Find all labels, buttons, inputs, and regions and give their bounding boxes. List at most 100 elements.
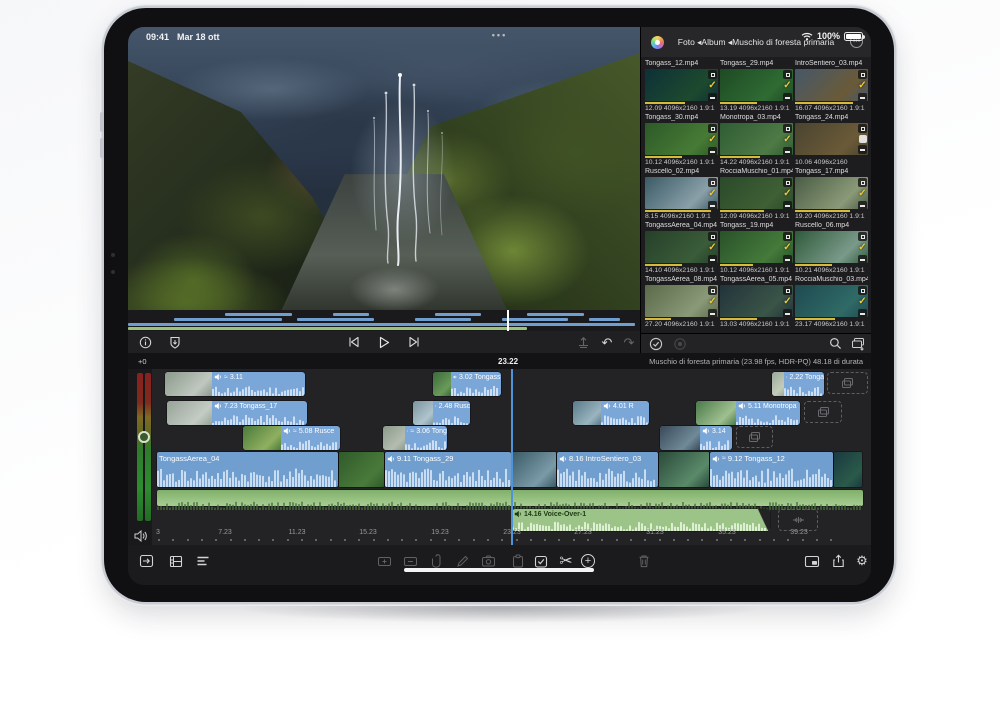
clip-browser-button[interactable] [168, 553, 184, 569]
timeline-overview[interactable] [128, 310, 640, 331]
overlay-clip[interactable]: 2.22 Tonga [772, 372, 824, 396]
display-mode-button[interactable] [804, 553, 820, 569]
overlay-clip[interactable]: 7.23 Tongass_17 [167, 401, 307, 425]
audio-level-meter[interactable] [137, 373, 151, 521]
skip-start-button[interactable] [344, 333, 362, 351]
main-track-clip[interactable]: ≈9.12 Tongass_12 [710, 452, 833, 487]
media-item-thumbnail[interactable]: ✓ [720, 123, 793, 155]
media-item-meta: 23.17 4096x2160 1.9:1 [795, 321, 868, 328]
play-button[interactable] [375, 333, 393, 351]
media-item[interactable]: Tongass_19.mp4✓10.12 4096x2160 1.9:1 [720, 222, 793, 274]
media-item-thumbnail[interactable]: ✓ [795, 285, 868, 317]
media-item[interactable]: TongassAerea_08.mp4✓27.20 4096x2160 1.9:… [645, 276, 718, 328]
paste-button[interactable] [510, 553, 526, 569]
music-track-clip[interactable] [157, 490, 863, 506]
media-item-thumbnail[interactable]: ✓ [720, 177, 793, 209]
clip-drop-placeholder[interactable] [827, 372, 868, 394]
media-item[interactable]: Ruscello_06.mp4✓10.21 4096x2160 1.9:1 [795, 222, 868, 274]
media-item-thumbnail[interactable] [795, 123, 868, 155]
usage-bar [645, 264, 682, 266]
app-menu-dots[interactable]: ••• [492, 30, 507, 40]
link-button[interactable] [428, 553, 444, 569]
media-item[interactable]: Tongass_29.mp4✓13.19 4096x2160 1.9:1 [720, 60, 793, 112]
import-button[interactable] [851, 337, 865, 351]
media-item-thumbnail[interactable]: ✓ [795, 177, 868, 209]
search-button[interactable] [829, 337, 843, 351]
media-item[interactable]: TongassAerea_04.mp4✓14.10 4096x2160 1.9:… [645, 222, 718, 274]
overlay-clip[interactable]: 2.48 Rusc [413, 401, 470, 425]
output-button[interactable] [574, 333, 592, 351]
overlay-clip[interactable]: ≈3.11 [165, 372, 305, 396]
media-item[interactable]: Tongass_30.mp4✓10.12 4096x2160 1.9:1 [645, 114, 718, 166]
wifi-icon [801, 32, 813, 41]
record-button[interactable] [673, 337, 687, 351]
media-item-thumbnail[interactable]: ✓ [645, 285, 718, 317]
media-item-thumbnail[interactable]: ✓ [645, 123, 718, 155]
media-item-thumbnail[interactable]: ✓ [720, 285, 793, 317]
media-item[interactable]: TongassAerea_05.mp4✓13.03 4096x2160 1.9:… [720, 276, 793, 328]
ruler-tick [187, 539, 189, 541]
overlay-clip[interactable]: 4.01 R [573, 401, 649, 425]
timeline-ruler[interactable]: 37.2311.2315.2319.2323.2327.2331.2335.23… [128, 527, 871, 545]
ruler-tick [401, 539, 403, 541]
media-item[interactable]: Tongass_17.mp4✓19.20 4096x2160 1.9:1 [795, 168, 868, 220]
clip-drop-placeholder[interactable] [736, 426, 773, 448]
media-item-thumbnail[interactable]: ✓ [645, 231, 718, 263]
edit-pen-button[interactable] [454, 553, 470, 569]
redo-button[interactable]: ↷ [620, 333, 638, 351]
media-item-thumbnail[interactable]: ✓ [645, 177, 718, 209]
overlay-clip[interactable]: ≈3.06 Tong [383, 426, 447, 450]
media-item[interactable]: RocciaMuschio_01.mp4✓12.09 4096x2160 1.9… [720, 168, 793, 220]
media-item[interactable]: RocciaMuschio_03.mp4✓23.17 4096x2160 1.9… [795, 276, 868, 328]
insert-clip-button[interactable] [376, 553, 392, 569]
clip-drop-placeholder[interactable] [804, 401, 842, 423]
overwrite-clip-button[interactable] [402, 553, 418, 569]
media-item-thumbnail[interactable]: ✓ [720, 231, 793, 263]
ruler-tick [659, 539, 661, 541]
split-scissors-button[interactable]: ✂ [558, 553, 574, 569]
share-button[interactable] [830, 553, 846, 569]
main-track-clip[interactable]: 9.11 Tongass_29 [385, 452, 511, 487]
media-item[interactable]: IntroSentiero_03.mp4✓16.07 4096x2160 1.9… [795, 60, 868, 112]
main-track-clip[interactable]: TongassAerea_04 [157, 452, 338, 487]
home-indicator[interactable] [404, 568, 594, 572]
media-item-thumbnail[interactable]: ✓ [720, 69, 793, 101]
media-item-name: TongassAerea_05.mp4 [720, 276, 793, 285]
media-item[interactable]: Monotropa_03.mp4✓14.22 4096x2160 1.9:1 [720, 114, 793, 166]
snapshot-button[interactable] [480, 553, 496, 569]
overview-playhead[interactable] [507, 310, 509, 331]
overlay-clip[interactable]: 3.02 Tongass [433, 372, 501, 396]
skip-end-button[interactable] [405, 333, 423, 351]
media-item-thumbnail[interactable]: ✓ [645, 69, 718, 101]
main-clip-thumbnail[interactable] [512, 452, 556, 487]
track-controls-button[interactable] [195, 553, 211, 569]
select-button[interactable] [533, 553, 549, 569]
source-import-button[interactable] [138, 553, 154, 569]
media-item[interactable]: Ruscello_02.mp4✓8.15 4096x2160 1.9:1 [645, 168, 718, 220]
media-item[interactable]: Tongass_24.mp410.06 4096x2160 [795, 114, 868, 166]
undo-button[interactable]: ↶ [598, 333, 616, 351]
timeline[interactable]: ≈3.11 3.02 Tongass 2.22 Tonga 7.23 Tongass_… [128, 369, 871, 545]
overview-video-segment [589, 318, 620, 321]
overlay-clip[interactable]: 5.11 Monotropa [696, 401, 800, 425]
playhead[interactable] [511, 369, 513, 545]
marker-button[interactable] [166, 333, 184, 351]
main-clip-thumbnail[interactable] [339, 452, 384, 487]
usage-bar [645, 210, 711, 212]
media-item-thumbnail[interactable]: ✓ [795, 69, 868, 101]
preview-monitor[interactable] [128, 27, 640, 310]
media-item-thumbnail[interactable]: ✓ [795, 231, 868, 263]
add-clip-button[interactable]: + [580, 553, 596, 569]
multi-select-button[interactable] [649, 337, 663, 351]
ruler-tick [759, 539, 761, 541]
main-clip-thumbnail[interactable] [659, 452, 709, 487]
delete-button[interactable] [636, 553, 652, 569]
overlay-clip[interactable]: 3.14 [660, 426, 732, 450]
info-button[interactable] [136, 333, 154, 351]
level-knob[interactable] [138, 431, 150, 443]
settings-gear-button[interactable]: ⚙ [854, 553, 870, 569]
main-clip-thumbnail[interactable] [834, 452, 862, 487]
overlay-clip[interactable]: ≈5.08 Rusce [243, 426, 340, 450]
main-track-clip[interactable]: 8.16 IntroSentiero_03 [557, 452, 658, 487]
media-item[interactable]: Tongass_12.mp4✓12.09 4096x2160 1.9:1 [645, 60, 718, 112]
